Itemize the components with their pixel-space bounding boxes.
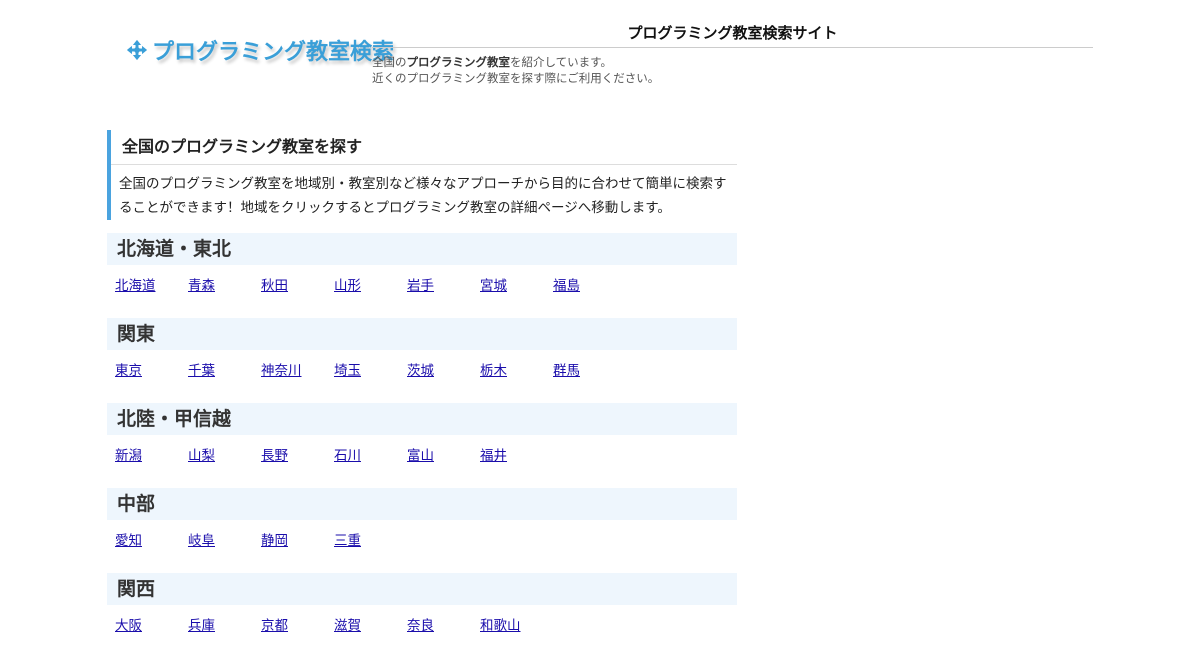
- prefecture-link[interactable]: 青森: [188, 275, 261, 297]
- prefecture-link[interactable]: 三重: [334, 530, 407, 552]
- prefecture-link[interactable]: 埼玉: [334, 360, 407, 382]
- prefecture-row: 大阪 兵庫 京都 滋賀 奈良 和歌山: [107, 615, 737, 637]
- prefecture-link[interactable]: 茨城: [407, 360, 480, 382]
- desc-prefix: 全国の: [372, 55, 407, 69]
- prefecture-link[interactable]: 栃木: [480, 360, 553, 382]
- prefecture-link[interactable]: 兵庫: [188, 615, 261, 637]
- prefecture-link[interactable]: 和歌山: [480, 615, 553, 637]
- prefecture-link[interactable]: 新潟: [115, 445, 188, 467]
- region-title: 関西: [107, 573, 737, 605]
- prefecture-link[interactable]: 北海道: [115, 275, 188, 297]
- site-description-line1: 全国のプログラミング教室を紹介しています。: [372, 54, 659, 70]
- region-block: 中部愛知 岐阜 静岡 三重: [107, 488, 737, 552]
- prefecture-row: 北海道 青森 秋田 山形 岩手 宮城 福島: [107, 275, 737, 297]
- prefecture-link[interactable]: 神奈川: [261, 360, 334, 382]
- region-title: 中部: [107, 488, 737, 520]
- arrows-move-icon: [126, 39, 148, 61]
- prefecture-link[interactable]: 山形: [334, 275, 407, 297]
- logo-text: プログラミング教室検索: [152, 40, 395, 65]
- region-block: 関東東京 千葉 神奈川 埼玉 茨城 栃木 群馬: [107, 318, 737, 382]
- site-logo[interactable]: プログラミング教室検索: [126, 34, 394, 66]
- search-heading: 全国のプログラミング教室を探す: [111, 130, 737, 165]
- region-block: 北陸・甲信越新潟 山梨 長野 石川 富山 福井: [107, 403, 737, 467]
- region-list: 北海道・東北北海道 青森 秋田 山形 岩手 宮城 福島関東東京 千葉 神奈川 埼玉 茨城 栃木 群馬北陸…: [107, 233, 737, 658]
- prefecture-link[interactable]: 石川: [334, 445, 407, 467]
- prefecture-link[interactable]: 奈良: [407, 615, 480, 637]
- desc-bold: プログラミング教室: [406, 55, 511, 69]
- region-block: 関西大阪 兵庫 京都 滋賀 奈良 和歌山: [107, 573, 737, 637]
- site-title: プログラミング教室検索サイト: [372, 22, 1093, 48]
- search-section: 全国のプログラミング教室を探す 全国のプログラミング教室を地域別・教室別など様々…: [107, 130, 737, 220]
- prefecture-link[interactable]: 秋田: [261, 275, 334, 297]
- prefecture-link[interactable]: 山梨: [188, 445, 261, 467]
- prefecture-link[interactable]: 岐阜: [188, 530, 261, 552]
- region-title: 北海道・東北: [107, 233, 737, 265]
- prefecture-link[interactable]: 京都: [261, 615, 334, 637]
- prefecture-link[interactable]: 宮城: [480, 275, 553, 297]
- prefecture-link[interactable]: 大阪: [115, 615, 188, 637]
- prefecture-row: 東京 千葉 神奈川 埼玉 茨城 栃木 群馬: [107, 360, 737, 382]
- desc-suffix: を紹介しています。: [510, 55, 613, 69]
- prefecture-link[interactable]: 滋賀: [334, 615, 407, 637]
- prefecture-link[interactable]: 岩手: [407, 275, 480, 297]
- prefecture-link[interactable]: 静岡: [261, 530, 334, 552]
- prefecture-link[interactable]: 群馬: [553, 360, 626, 382]
- prefecture-link[interactable]: 長野: [261, 445, 334, 467]
- region-title: 関東: [107, 318, 737, 350]
- prefecture-link[interactable]: 富山: [407, 445, 480, 467]
- search-description: 全国のプログラミング教室を地域別・教室別など様々なアプローチから目的に合わせて簡…: [119, 176, 727, 216]
- site-description-line2: 近くのプログラミング教室を探す際にご利用ください。: [372, 71, 660, 85]
- prefecture-link[interactable]: 福島: [553, 275, 626, 297]
- prefecture-link[interactable]: 愛知: [115, 530, 188, 552]
- site-description: 全国のプログラミング教室を紹介しています。 近くのプログラミング教室を探す際にご…: [372, 54, 659, 86]
- region-title: 北陸・甲信越: [107, 403, 737, 435]
- prefecture-link[interactable]: 東京: [115, 360, 188, 382]
- prefecture-link[interactable]: 千葉: [188, 360, 261, 382]
- prefecture-link[interactable]: 福井: [480, 445, 553, 467]
- region-block: 北海道・東北北海道 青森 秋田 山形 岩手 宮城 福島: [107, 233, 737, 297]
- prefecture-row: 新潟 山梨 長野 石川 富山 福井: [107, 445, 737, 467]
- prefecture-row: 愛知 岐阜 静岡 三重: [107, 530, 737, 552]
